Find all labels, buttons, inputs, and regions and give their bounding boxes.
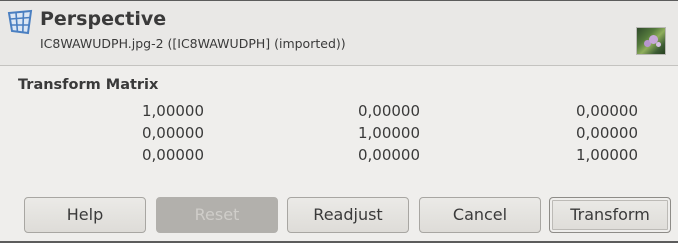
matrix-cell: 1,00000: [357, 124, 420, 142]
perspective-dialog: Perspective IC8WAWUDPH.jpg-2 ([IC8WAWUDP…: [0, 0, 678, 243]
matrix-cell: 0,00000: [575, 102, 638, 120]
readjust-button[interactable]: Readjust: [287, 197, 409, 233]
matrix-cell: 0,00000: [575, 124, 638, 142]
matrix-cell: 0,00000: [357, 102, 420, 120]
dialog-header: Perspective IC8WAWUDPH.jpg-2 ([IC8WAWUDP…: [0, 0, 678, 66]
matrix-row: 1,00000 0,00000 0,00000: [0, 100, 678, 122]
perspective-tool-icon: [7, 9, 33, 35]
matrix-row: 0,00000 0,00000 1,00000: [0, 144, 678, 166]
cancel-button[interactable]: Cancel: [419, 197, 541, 233]
matrix-cell: 0,00000: [141, 124, 204, 142]
matrix-cell: 0,00000: [357, 146, 420, 164]
matrix-row: 0,00000 1,00000 0,00000: [0, 122, 678, 144]
transform-matrix-title: Transform Matrix: [18, 77, 159, 93]
flower-thumbnail-graphic: [649, 35, 658, 44]
image-preview-thumbnail: [636, 27, 666, 55]
matrix-cell: 0,00000: [141, 146, 204, 164]
image-name-subtitle: IC8WAWUDPH.jpg-2 ([IC8WAWUDPH] (imported…: [40, 36, 346, 51]
help-button[interactable]: Help: [24, 197, 146, 233]
matrix-cell: 1,00000: [575, 146, 638, 164]
transform-button[interactable]: Transform: [549, 197, 671, 233]
dialog-title: Perspective: [40, 8, 167, 30]
reset-button[interactable]: Reset: [156, 197, 278, 233]
matrix-cell: 1,00000: [141, 102, 204, 120]
